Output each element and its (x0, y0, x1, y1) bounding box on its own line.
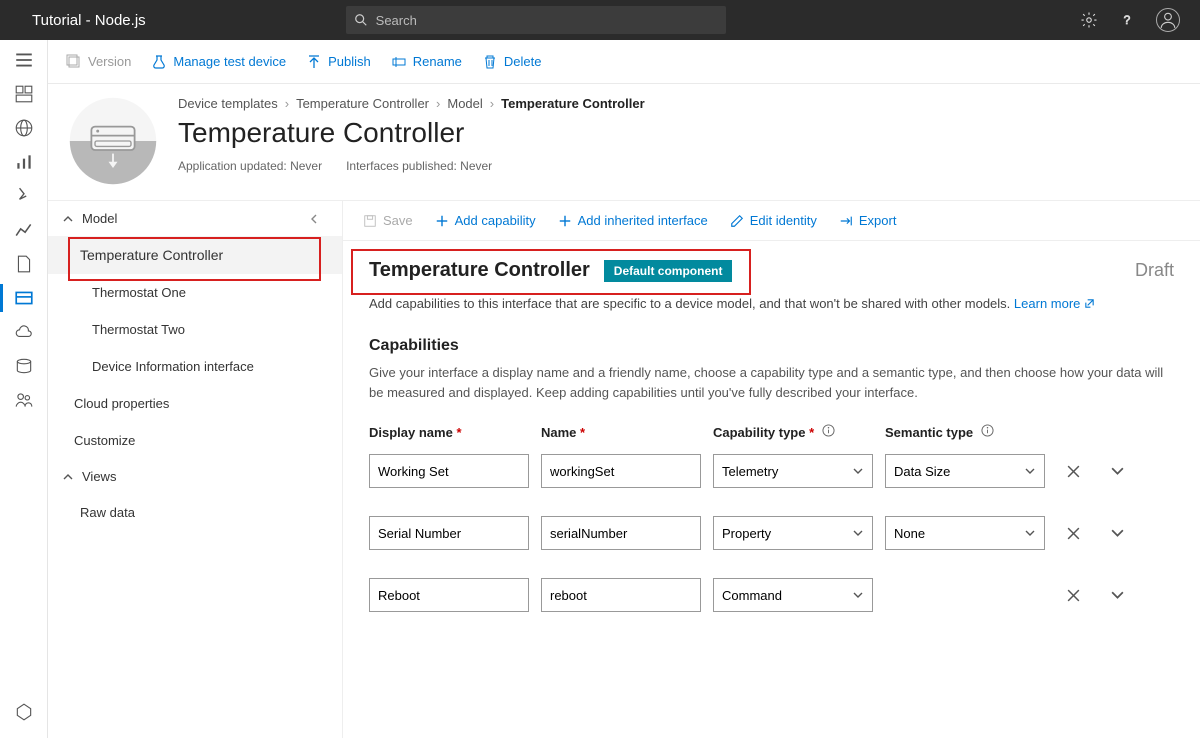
manage-test-device-button[interactable]: Manage test device (151, 54, 286, 70)
dashboard-icon[interactable] (14, 84, 34, 104)
device-templates-icon[interactable] (14, 288, 34, 308)
interface-description: Add capabilities to this interface that … (369, 296, 1174, 311)
display-name-input[interactable] (369, 454, 529, 488)
external-link-icon (1084, 298, 1095, 309)
draft-label: Draft (1135, 260, 1174, 281)
chevron-down-icon (1024, 527, 1036, 539)
tree-item-temperature-controller[interactable]: Temperature Controller (48, 236, 342, 274)
capability-type-select[interactable]: Property (713, 516, 873, 550)
capabilities-description: Give your interface a display name and a… (369, 363, 1169, 402)
info-icon[interactable] (981, 424, 994, 437)
model-group[interactable]: Model (48, 201, 342, 236)
cloud-icon[interactable] (14, 322, 34, 342)
page-header: Device templates› Temperature Controller… (48, 84, 1200, 201)
remove-row-button[interactable] (1057, 464, 1089, 479)
expand-row-button[interactable] (1101, 588, 1133, 603)
breadcrumb: Device templates› Temperature Controller… (178, 96, 645, 111)
analytics-icon[interactable] (14, 152, 34, 172)
file-icon[interactable] (14, 254, 34, 274)
app-title: Tutorial - Node.js (0, 12, 146, 29)
export-button[interactable]: Export (839, 213, 897, 228)
remove-row-button[interactable] (1057, 526, 1089, 541)
name-input[interactable] (541, 516, 701, 550)
data-export-icon[interactable] (14, 356, 34, 376)
tree-item-cloud-properties[interactable]: Cloud properties (48, 385, 342, 422)
display-name-input[interactable] (369, 516, 529, 550)
search-box[interactable]: Search (346, 6, 726, 34)
info-icon[interactable] (822, 424, 835, 437)
version-button[interactable]: Version (66, 54, 131, 70)
save-button[interactable]: Save (363, 213, 413, 228)
svg-text:?: ? (1124, 13, 1131, 27)
expand-row-button[interactable] (1101, 464, 1133, 479)
capabilities-heading: Capabilities (369, 337, 1174, 355)
settings-icon[interactable] (1080, 11, 1098, 29)
add-inherited-button[interactable]: Add inherited interface (558, 213, 708, 228)
rename-button[interactable]: Rename (391, 54, 462, 70)
account-avatar[interactable] (1156, 8, 1180, 32)
top-header: Tutorial - Node.js Search ? (0, 0, 1200, 40)
page-title: Temperature Controller (178, 117, 645, 149)
col-name: Name (541, 425, 585, 440)
col-display-name: Display name (369, 425, 462, 440)
rules-icon[interactable] (14, 186, 34, 206)
globe-icon[interactable] (14, 118, 34, 138)
admin-icon[interactable] (14, 702, 34, 722)
chevron-up-icon (62, 213, 74, 225)
default-component-badge: Default component (604, 260, 733, 282)
detail-pane: Save Add capability Add inherited interf… (343, 201, 1200, 738)
breadcrumb-item[interactable]: Temperature Controller (296, 96, 429, 111)
interfaces-published-label: Interfaces published: Never (346, 159, 492, 173)
chevron-left-icon[interactable] (308, 213, 320, 225)
search-icon (354, 13, 368, 27)
expand-row-button[interactable] (1101, 526, 1133, 541)
breadcrumb-item[interactable]: Model (447, 96, 482, 111)
interface-title: Temperature Controller (369, 259, 590, 282)
capabilities-grid: Display name Name Capability type Semant… (369, 424, 1174, 612)
model-tree: Model Temperature Controller Thermostat … (48, 201, 343, 738)
breadcrumb-item[interactable]: Device templates (178, 96, 278, 111)
tree-item-thermostat-two[interactable]: Thermostat Two (48, 311, 342, 348)
chevron-up-icon (62, 471, 74, 483)
chevron-down-icon (1024, 465, 1036, 477)
search-placeholder: Search (376, 13, 417, 28)
capability-type-select[interactable]: Command (713, 578, 873, 612)
name-input[interactable] (541, 578, 701, 612)
remove-row-button[interactable] (1057, 588, 1089, 603)
nav-rail (0, 40, 48, 738)
publish-button[interactable]: Publish (306, 54, 371, 70)
detail-toolbar: Save Add capability Add inherited interf… (343, 201, 1200, 241)
chevron-down-icon (852, 527, 864, 539)
views-group[interactable]: Views (48, 459, 342, 494)
semantic-type-select[interactable]: None (885, 516, 1045, 550)
menu-icon[interactable] (14, 50, 34, 70)
chevron-down-icon (852, 589, 864, 601)
col-capability-type: Capability type (713, 425, 814, 440)
tree-item-device-info[interactable]: Device Information interface (48, 348, 342, 385)
tree-item-thermostat-one[interactable]: Thermostat One (48, 274, 342, 311)
help-icon[interactable]: ? (1118, 11, 1136, 29)
delete-button[interactable]: Delete (482, 54, 542, 70)
display-name-input[interactable] (369, 578, 529, 612)
breadcrumb-current: Temperature Controller (501, 96, 645, 111)
edit-identity-button[interactable]: Edit identity (730, 213, 817, 228)
name-input[interactable] (541, 454, 701, 488)
device-icon (68, 96, 158, 186)
tree-item-raw-data[interactable]: Raw data (48, 494, 342, 531)
command-bar: Version Manage test device Publish Renam… (48, 40, 1200, 84)
capability-type-select[interactable]: Telemetry (713, 454, 873, 488)
users-icon[interactable] (14, 390, 34, 410)
tree-item-customize[interactable]: Customize (48, 422, 342, 459)
chevron-down-icon (852, 465, 864, 477)
chart-icon[interactable] (14, 220, 34, 240)
capability-row: Property None (369, 516, 1174, 550)
app-updated-label: Application updated: Never (178, 159, 322, 173)
capability-row: Command (369, 578, 1174, 612)
semantic-type-select[interactable]: Data Size (885, 454, 1045, 488)
add-capability-button[interactable]: Add capability (435, 213, 536, 228)
capability-row: Telemetry Data Size (369, 454, 1174, 488)
learn-more-link[interactable]: Learn more (1014, 296, 1095, 311)
col-semantic-type: Semantic type (885, 425, 973, 440)
